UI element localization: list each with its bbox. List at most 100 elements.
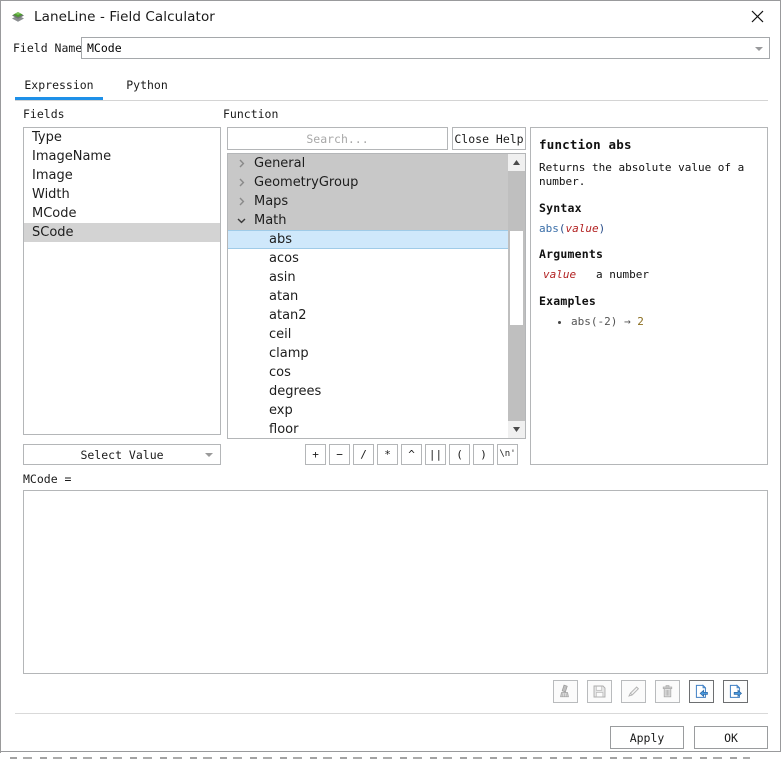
import-icon: [694, 684, 709, 699]
expression-textarea[interactable]: [24, 491, 767, 673]
arrow-icon: →: [623, 315, 631, 329]
tab-strip-divider: [15, 100, 768, 101]
fields-list[interactable]: Type ImageName Image Width MCode SCode: [23, 127, 221, 435]
clear-brush-icon: [558, 684, 573, 699]
help-description: Returns the absolute value of a number.: [539, 160, 745, 189]
save-icon-button[interactable]: [587, 680, 612, 703]
function-search-input[interactable]: [227, 127, 448, 150]
edit-pencil-icon: [626, 684, 641, 699]
tree-group-geometrygroup[interactable]: GeometryGroup: [228, 173, 509, 192]
help-title: function abs: [539, 137, 632, 152]
operator-button-row: + − / * ^ || ( ) \n': [305, 444, 518, 465]
select-value-label: Select Value: [80, 447, 164, 462]
list-item[interactable]: ImageName: [24, 147, 220, 166]
tree-item[interactable]: atan2: [228, 306, 509, 325]
tree-item[interactable]: ceil: [228, 325, 509, 344]
function-heading: Function: [223, 107, 279, 121]
function-tree-content: General GeometryGroup Maps Math abs acos…: [228, 154, 509, 438]
tree-item-selected[interactable]: abs: [228, 230, 509, 249]
tree-group-math[interactable]: Math: [228, 211, 509, 230]
list-item[interactable]: MCode: [24, 204, 220, 223]
operator-minus-button[interactable]: −: [329, 444, 350, 465]
syntax-close-paren: ): [598, 221, 606, 235]
scroll-down-arrow-icon[interactable]: [508, 421, 525, 438]
tab-strip: Expression Python: [15, 77, 768, 101]
help-syntax-heading: Syntax: [539, 200, 582, 215]
function-tree[interactable]: General GeometryGroup Maps Math abs acos…: [227, 153, 526, 439]
tree-group-general[interactable]: General: [228, 154, 509, 173]
field-name-label: Field Name: [13, 41, 83, 55]
operator-open-paren-button[interactable]: (: [449, 444, 470, 465]
help-examples-list: abs(-2) → 2: [559, 315, 759, 330]
operator-multiply-button[interactable]: *: [377, 444, 398, 465]
tree-item[interactable]: floor: [228, 420, 509, 438]
delete-trash-icon-button[interactable]: [655, 680, 680, 703]
tree-item[interactable]: cos: [228, 363, 509, 382]
tree-item[interactable]: exp: [228, 401, 509, 420]
close-help-button[interactable]: Close Help: [452, 127, 526, 150]
chevron-right-icon[interactable]: [234, 154, 248, 173]
tree-group-maps[interactable]: Maps: [228, 192, 509, 211]
app-layers-icon: [10, 9, 26, 25]
argument-description: a number: [596, 268, 649, 282]
select-value-button[interactable]: Select Value: [23, 444, 221, 465]
list-item[interactable]: Type: [24, 128, 220, 147]
chevron-down-icon: [755, 47, 763, 51]
background-text-smudge: [10, 757, 750, 759]
function-help-panel: function abs Returns the absolute value …: [530, 127, 768, 465]
title-bar: LaneLine - Field Calculator: [1, 1, 780, 32]
help-syntax-signature: abs(value): [539, 222, 759, 237]
chevron-right-icon[interactable]: [234, 173, 248, 192]
field-name-row: Field Name MCode: [1, 34, 780, 66]
expression-editor[interactable]: [23, 490, 768, 674]
expression-toolbar: [553, 680, 748, 704]
tree-group-label: General: [254, 156, 306, 171]
operator-plus-button[interactable]: +: [305, 444, 326, 465]
tree-item[interactable]: asin: [228, 268, 509, 287]
field-calculator-dialog: LaneLine - Field Calculator Field Name M…: [0, 0, 781, 752]
syntax-argument: value: [565, 221, 599, 235]
operator-newline-button[interactable]: \n': [497, 444, 518, 465]
example-code: abs(-2): [571, 315, 618, 329]
function-tree-scrollbar[interactable]: [508, 154, 525, 438]
edit-pencil-icon-button[interactable]: [621, 680, 646, 703]
chevron-down-icon[interactable]: [234, 211, 248, 230]
list-item[interactable]: Image: [24, 166, 220, 185]
help-example-item: abs(-2) → 2: [571, 315, 759, 330]
operator-concat-button[interactable]: ||: [425, 444, 446, 465]
tab-python[interactable]: Python: [111, 77, 183, 100]
export-icon: [728, 684, 743, 699]
help-argument-row: value a number: [543, 268, 759, 283]
tree-item[interactable]: degrees: [228, 382, 509, 401]
syntax-open-paren: (: [558, 221, 566, 235]
save-icon: [592, 684, 607, 699]
argument-name: value: [543, 268, 577, 282]
list-item-selected[interactable]: SCode: [24, 223, 220, 242]
search-input-field[interactable]: [228, 128, 447, 149]
tree-group-label: Maps: [254, 194, 289, 209]
fields-heading: Fields: [23, 107, 65, 121]
background-content-sliver: [0, 753, 781, 760]
ok-button[interactable]: OK: [694, 726, 768, 749]
tree-item[interactable]: acos: [228, 249, 509, 268]
export-icon-button[interactable]: [723, 680, 748, 703]
operator-power-button[interactable]: ^: [401, 444, 422, 465]
operator-close-paren-button[interactable]: ): [473, 444, 494, 465]
apply-button[interactable]: Apply: [610, 726, 684, 749]
field-name-value: MCode: [87, 41, 122, 55]
tree-item[interactable]: atan: [228, 287, 509, 306]
clear-brush-icon-button[interactable]: [553, 680, 578, 703]
chevron-right-icon[interactable]: [234, 192, 248, 211]
operator-divide-button[interactable]: /: [353, 444, 374, 465]
import-icon-button[interactable]: [689, 680, 714, 703]
footer-divider: [15, 713, 768, 714]
expression-label: MCode =: [23, 472, 72, 486]
field-name-combobox[interactable]: MCode: [81, 37, 770, 59]
tree-item[interactable]: clamp: [228, 344, 509, 363]
scrollbar-thumb[interactable]: [509, 230, 524, 326]
list-item[interactable]: Width: [24, 185, 220, 204]
scroll-up-arrow-icon[interactable]: [508, 154, 525, 171]
delete-trash-icon: [660, 684, 675, 699]
close-window-button[interactable]: [734, 1, 780, 32]
tab-expression[interactable]: Expression: [15, 77, 103, 100]
